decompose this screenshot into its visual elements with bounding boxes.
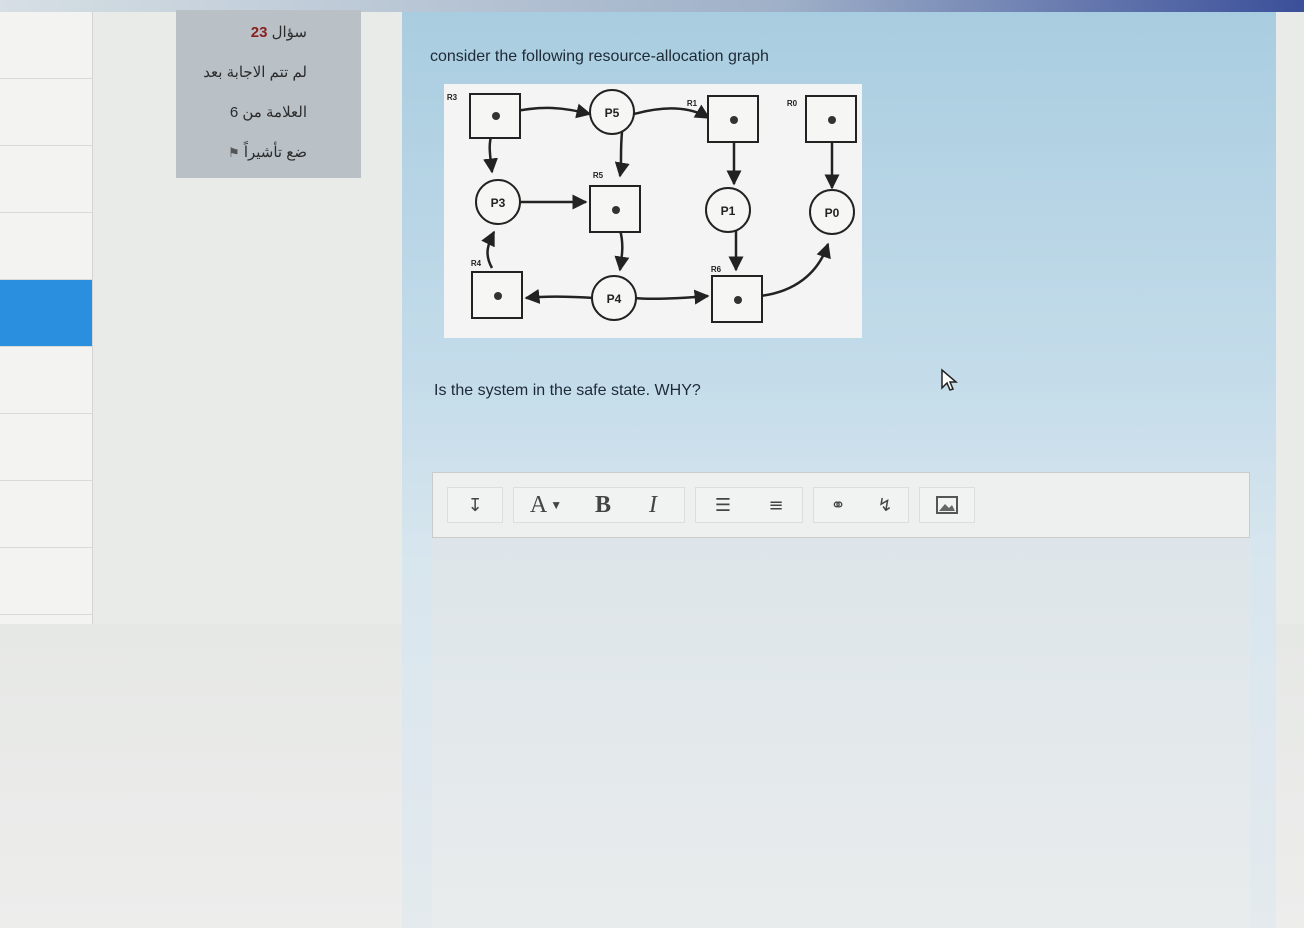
nav-item-current[interactable] bbox=[0, 280, 92, 347]
italic-button[interactable]: I bbox=[628, 488, 678, 522]
question-number-value: 23 bbox=[250, 24, 268, 41]
toolbar-group-paragraph: ↧ bbox=[447, 487, 503, 523]
font-color-label: A bbox=[529, 491, 548, 518]
toolbar-group-links: ⚭ ↯ bbox=[813, 487, 909, 523]
bullet-list-icon[interactable]: ☰ bbox=[696, 488, 750, 522]
nav-item[interactable] bbox=[0, 213, 92, 280]
flag-label[interactable]: ضع تأشيراً bbox=[244, 144, 307, 161]
resource-allocation-graph-image: P5 P3 P1 P0 P4 R3 R1 R0 R5 R4 R6 bbox=[444, 84, 862, 338]
graph-process-label: P0 bbox=[825, 206, 840, 220]
graph-resource-label: R1 bbox=[687, 99, 698, 108]
nav-item[interactable] bbox=[0, 347, 92, 414]
graph-process-label: P5 bbox=[605, 106, 620, 120]
graph-resource-label: R0 bbox=[787, 99, 798, 108]
graph-process-label: P3 bbox=[491, 196, 506, 210]
graph-process-label: P1 bbox=[721, 204, 736, 218]
answer-status: لم تتم الاجابة بعد bbox=[203, 64, 307, 81]
mouse-cursor-icon bbox=[940, 368, 959, 397]
flag-question[interactable]: ضع تأشيراً ⚑ bbox=[186, 142, 307, 182]
graph-process-label: P4 bbox=[607, 292, 622, 306]
question-info-box: سؤال 23 لم تتم الاجابة بعد العلامة من 6 … bbox=[176, 10, 361, 178]
unlink-icon[interactable]: ↯ bbox=[862, 488, 908, 522]
image-icon[interactable] bbox=[920, 488, 974, 522]
graph-resource-label: R4 bbox=[471, 259, 482, 268]
score-text: العلامة من 6 bbox=[229, 104, 307, 121]
answer-text-area[interactable] bbox=[432, 538, 1250, 928]
link-icon[interactable]: ⚭ bbox=[814, 488, 862, 522]
question-number-label: سؤال bbox=[271, 24, 307, 41]
numbered-list-icon[interactable]: ≡ bbox=[750, 488, 802, 522]
paragraph-icon[interactable]: ↧ bbox=[448, 488, 502, 522]
bold-button[interactable]: B bbox=[578, 488, 628, 522]
toolbar-group-media bbox=[919, 487, 975, 523]
question-number: سؤال 23 bbox=[186, 22, 307, 62]
nav-item[interactable] bbox=[0, 146, 92, 213]
nav-item[interactable] bbox=[0, 12, 92, 79]
question-prompt: Is the system in the safe state. WHY? bbox=[434, 382, 701, 399]
graph-resource-label: R5 bbox=[593, 171, 604, 180]
font-color-button[interactable]: A ▼ bbox=[514, 488, 578, 522]
toolbar-group-format: A ▼ B I bbox=[513, 487, 685, 523]
chevron-down-icon: ▼ bbox=[550, 497, 563, 512]
nav-item[interactable] bbox=[0, 79, 92, 146]
question-nav bbox=[0, 12, 93, 624]
nav-item[interactable] bbox=[0, 414, 92, 481]
toolbar-group-lists: ☰ ≡ bbox=[695, 487, 803, 523]
nav-item[interactable] bbox=[0, 481, 92, 548]
flag-icon[interactable]: ⚑ bbox=[228, 145, 240, 160]
nav-item[interactable] bbox=[0, 548, 92, 615]
question-text: consider the following resource-allocati… bbox=[430, 48, 769, 65]
editor-toolbar: ↧ A ▼ B I ☰ ≡ ⚭ ↯ bbox=[432, 472, 1250, 538]
graph-resource-label: R6 bbox=[711, 265, 722, 274]
graph-resource-label: R3 bbox=[447, 93, 458, 102]
